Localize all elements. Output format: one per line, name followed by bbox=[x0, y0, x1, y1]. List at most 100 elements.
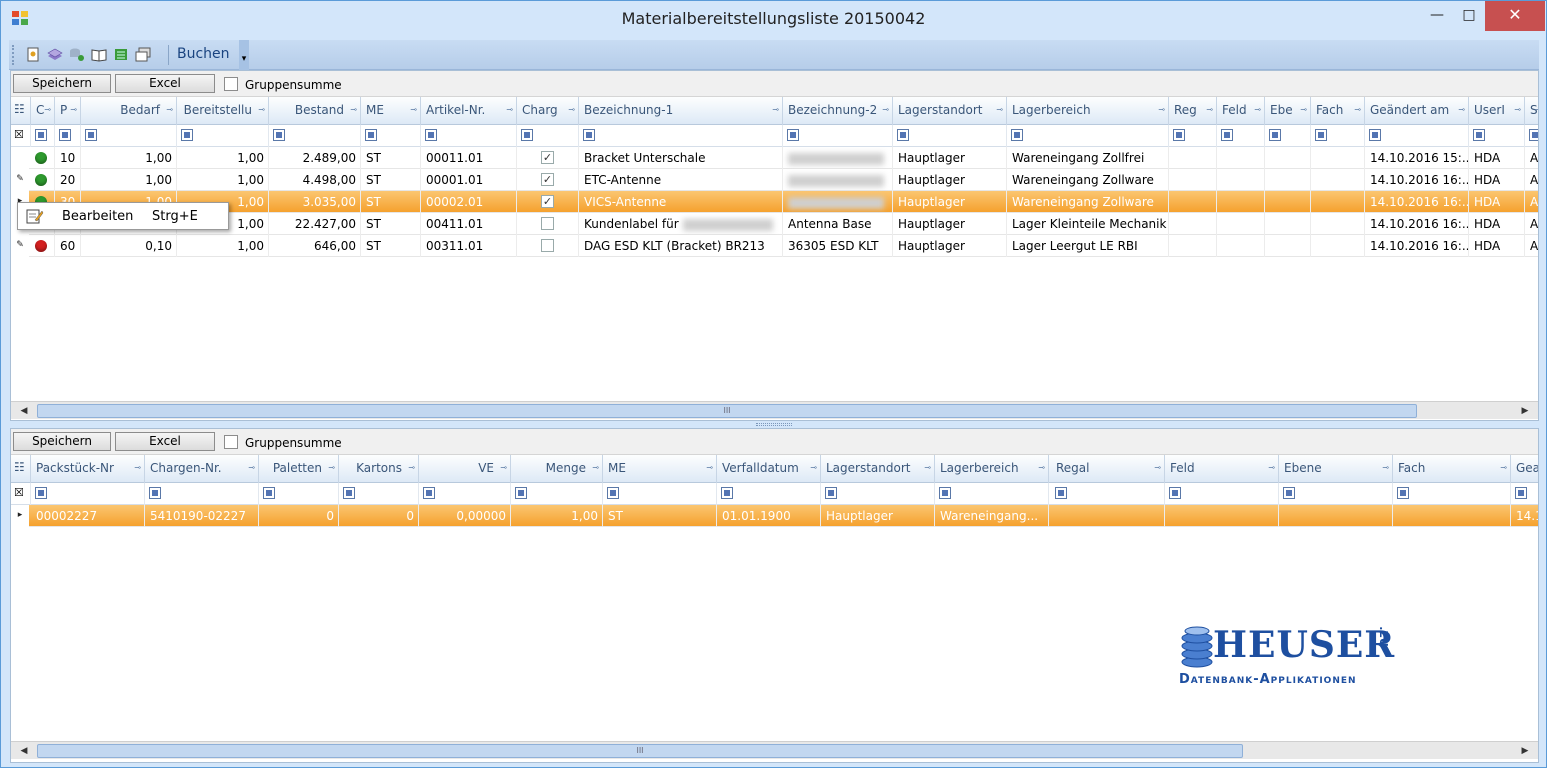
filter-operator-icon[interactable] bbox=[721, 487, 733, 499]
filter-cell[interactable] bbox=[1007, 125, 1169, 147]
filter-cell[interactable] bbox=[31, 125, 55, 147]
filter-cell[interactable] bbox=[935, 483, 1049, 505]
column-header[interactable]: C ⊸ bbox=[31, 97, 55, 125]
lower-horizontal-scrollbar[interactable]: ◀ III ▶ bbox=[11, 741, 1538, 759]
column-header[interactable]: Lagerbereich ⊸ bbox=[1007, 97, 1169, 125]
filter-operator-icon[interactable] bbox=[273, 129, 285, 141]
column-header[interactable]: Verfalldatum ⊸ bbox=[717, 455, 821, 483]
table-row[interactable]: ▸301,001,003.035,00ST00002.01✓VICS-Anten… bbox=[11, 191, 1538, 213]
filter-operator-icon[interactable] bbox=[1315, 129, 1327, 141]
column-header[interactable]: Artikel-Nr. ⊸ bbox=[421, 97, 517, 125]
column-header[interactable]: Regal ⊸ bbox=[1051, 455, 1165, 483]
filter-operator-icon[interactable] bbox=[365, 129, 377, 141]
database-link-icon[interactable] bbox=[69, 47, 85, 62]
filter-cell[interactable] bbox=[1217, 125, 1265, 147]
column-header[interactable]: Kartons ⊸ bbox=[339, 455, 419, 483]
filter-operator-icon[interactable] bbox=[825, 487, 837, 499]
pin-icon[interactable]: ⊸ bbox=[408, 463, 415, 472]
pin-icon[interactable]: ⊸ bbox=[44, 105, 51, 114]
column-header[interactable]: Feld ⊸ bbox=[1165, 455, 1279, 483]
toolbar-overflow-button[interactable]: ▾ bbox=[239, 40, 249, 70]
pin-icon[interactable]: ⊸ bbox=[1154, 463, 1161, 472]
filter-cell[interactable] bbox=[81, 125, 177, 147]
pin-icon[interactable]: ⊸ bbox=[1206, 105, 1213, 114]
pin-icon[interactable]: ⊸ bbox=[328, 463, 335, 472]
filter-operator-icon[interactable] bbox=[35, 487, 47, 499]
filter-operator-icon[interactable] bbox=[1221, 129, 1233, 141]
close-button[interactable]: ✕ bbox=[1485, 1, 1545, 31]
column-header[interactable]: Gea bbox=[1511, 455, 1538, 483]
column-header[interactable]: Bereitstellu ⊸ bbox=[177, 97, 269, 125]
table-row[interactable]: ✎ 60 0,10 1,00 646,00 ST 00311.01 DAG ESD KLT (… bbox=[11, 235, 1538, 257]
pin-icon[interactable]: ⊸ bbox=[1500, 463, 1507, 472]
filter-operator-icon[interactable] bbox=[1397, 487, 1409, 499]
filter-operator-icon[interactable] bbox=[85, 129, 97, 141]
pin-icon[interactable]: ⊸ bbox=[1038, 463, 1045, 472]
filter-operator-icon[interactable] bbox=[1369, 129, 1381, 141]
column-chooser-icon[interactable]: ☷ bbox=[11, 97, 31, 125]
buchen-button[interactable]: Buchen bbox=[177, 46, 230, 62]
table-row[interactable]: ▸ 00002227 5410190-02227 0 0 0,00000 1,00 ST 01.… bbox=[11, 505, 1538, 527]
filter-operator-icon[interactable] bbox=[1283, 487, 1295, 499]
filter-operator-icon[interactable] bbox=[583, 129, 595, 141]
pin-icon[interactable]: ⊸ bbox=[1382, 463, 1389, 472]
pin-icon[interactable]: ⊸ bbox=[70, 105, 77, 114]
column-header[interactable]: Lagerstandort ⊸ bbox=[893, 97, 1007, 125]
pin-icon[interactable]: ⊸ bbox=[706, 463, 713, 472]
column-header[interactable]: ME ⊸ bbox=[603, 455, 717, 483]
column-header[interactable]: Menge ⊸ bbox=[511, 455, 603, 483]
print-list-icon[interactable] bbox=[113, 47, 129, 62]
filter-operator-icon[interactable] bbox=[1529, 129, 1538, 141]
filter-operator-icon[interactable] bbox=[1173, 129, 1185, 141]
pin-icon[interactable]: ⊸ bbox=[1268, 463, 1275, 472]
context-menu-edit-item[interactable]: Bearbeiten bbox=[62, 209, 133, 224]
pin-icon[interactable]: ⊸ bbox=[882, 105, 889, 114]
filter-cell[interactable] bbox=[177, 125, 269, 147]
book-icon[interactable] bbox=[91, 47, 107, 62]
pin-icon[interactable]: ⊸ bbox=[1514, 105, 1521, 114]
pin-icon[interactable]: ⊸ bbox=[500, 463, 507, 472]
table-row[interactable]: 10 1,00 1,00 2.489,00 ST 00011.01 ✓ Bracket Unt… bbox=[11, 147, 1538, 169]
pin-icon[interactable]: ⊸ bbox=[248, 463, 255, 472]
pin-icon[interactable]: ⊸ bbox=[592, 463, 599, 472]
column-header[interactable]: Fach ⊸ bbox=[1393, 455, 1511, 483]
scroll-left-arrow-icon[interactable]: ◀ bbox=[15, 403, 33, 419]
column-header[interactable]: Ebe ⊸ bbox=[1265, 97, 1311, 125]
title-bar[interactable]: Materialbereitstellungsliste 20150042 — … bbox=[1, 1, 1546, 37]
upper-horizontal-scrollbar[interactable]: ◀ III ▶ bbox=[11, 401, 1538, 419]
toolbar-grip[interactable] bbox=[12, 45, 15, 65]
column-header[interactable]: Bezeichnung-2 ⊸ bbox=[783, 97, 893, 125]
filter-operator-icon[interactable] bbox=[423, 487, 435, 499]
pin-icon[interactable]: ⊸ bbox=[1534, 105, 1538, 114]
filter-operator-icon[interactable] bbox=[521, 129, 533, 141]
column-header[interactable]: Bestand ⊸ bbox=[269, 97, 361, 125]
filter-cell[interactable] bbox=[1165, 483, 1279, 505]
column-header[interactable]: Fach ⊸ bbox=[1311, 97, 1365, 125]
upper-excel-button[interactable]: Excel bbox=[115, 74, 215, 93]
charge-checkbox[interactable]: ✓ bbox=[541, 173, 554, 186]
pin-icon[interactable]: ⊸ bbox=[350, 105, 357, 114]
pin-icon[interactable]: ⊸ bbox=[258, 105, 265, 114]
pin-icon[interactable]: ⊸ bbox=[506, 105, 513, 114]
column-header[interactable]: Chargen-Nr. ⊸ bbox=[145, 455, 259, 483]
column-header[interactable]: Lagerstandort ⊸ bbox=[821, 455, 935, 483]
filter-operator-icon[interactable] bbox=[1011, 129, 1023, 141]
pin-icon[interactable]: ⊸ bbox=[996, 105, 1003, 114]
lower-group-sum-checkbox[interactable] bbox=[224, 435, 238, 449]
filter-cell[interactable] bbox=[1311, 125, 1365, 147]
filter-cell[interactable] bbox=[893, 125, 1007, 147]
column-chooser-icon[interactable]: ☷ bbox=[11, 455, 31, 483]
column-header[interactable]: Geändert am ⊸ bbox=[1365, 97, 1469, 125]
filter-operator-icon[interactable] bbox=[607, 487, 619, 499]
filter-cell[interactable] bbox=[517, 125, 579, 147]
lower-scroll-thumb[interactable]: III bbox=[37, 744, 1243, 758]
column-header[interactable]: Charg ⊸ bbox=[517, 97, 579, 125]
pane-splitter[interactable] bbox=[10, 421, 1539, 428]
column-header[interactable]: St⊸ bbox=[1525, 97, 1538, 125]
column-header[interactable]: Reg ⊸ bbox=[1169, 97, 1217, 125]
upper-scroll-thumb[interactable]: III bbox=[37, 404, 1417, 418]
filter-cell[interactable] bbox=[1365, 125, 1469, 147]
filter-cell[interactable] bbox=[717, 483, 821, 505]
pin-icon[interactable]: ⊸ bbox=[1254, 105, 1261, 114]
filter-operator-icon[interactable] bbox=[1515, 487, 1527, 499]
